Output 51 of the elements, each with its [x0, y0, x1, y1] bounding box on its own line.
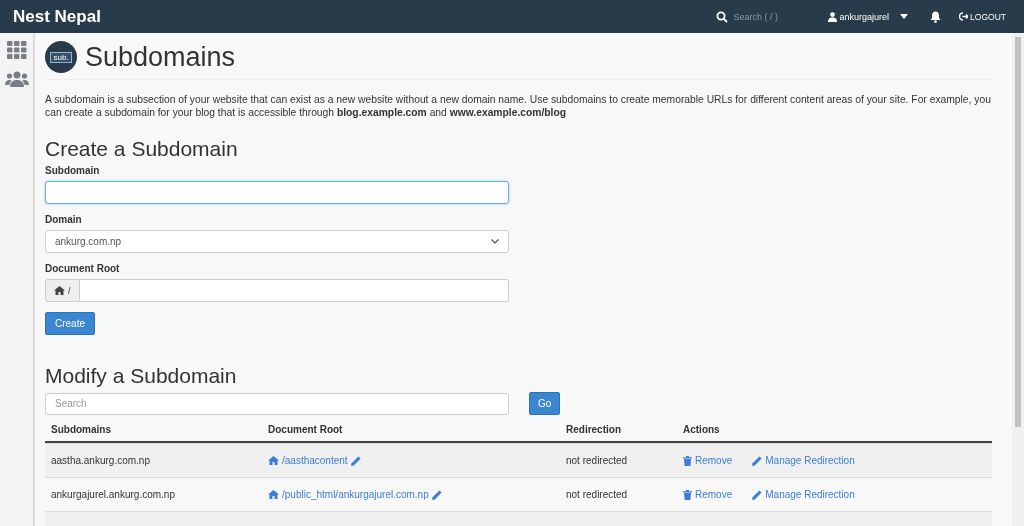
- subdomains-logo: sub.: [45, 41, 77, 73]
- home-path-prefix: /: [45, 279, 80, 302]
- manage-redirection-link[interactable]: Manage Redirection: [752, 455, 855, 466]
- trash-icon: [683, 489, 692, 500]
- page-title: Subdomains: [85, 41, 236, 73]
- create-button[interactable]: Create: [45, 312, 95, 335]
- bell-icon[interactable]: [930, 10, 942, 23]
- search-field[interactable]: Search ( / ): [733, 11, 804, 22]
- home-icon: [268, 490, 279, 499]
- search-icon[interactable]: [715, 10, 728, 23]
- search-field[interactable]: Search: [45, 392, 509, 415]
- pencil-icon[interactable]: [350, 455, 361, 466]
- section-heading: Create a Subdomain: [45, 137, 239, 161]
- grid-icon[interactable]: [6, 41, 27, 59]
- intro-text: A subdomain is a subsection of your website that can exist as a new website without a new domain name. Use subdomains to create memorable URLs for different content areas of your site. For example, you can create a subdomain for your blog that is accessible through blog.example.com and www.example.com/blog: [45, 93, 991, 119]
- document-root-link[interactable]: /aasthacontent: [268, 455, 348, 466]
- column-header: Actions: [683, 423, 720, 435]
- field-label: Domain: [45, 214, 83, 225]
- user-menu[interactable]: ankurgajurel: [827, 11, 909, 22]
- chevron-icon: [491, 239, 499, 244]
- go-button[interactable]: Go: [529, 392, 561, 415]
- column-header: Subdomains: [50, 423, 112, 435]
- column-header: Document Root: [268, 423, 344, 435]
- manage-redirection-link[interactable]: Manage Redirection: [752, 489, 855, 500]
- column-header: Redirection: [566, 423, 622, 435]
- table-cell-text: ankurgajurel.ankurg.com.np: [50, 489, 176, 500]
- remove-link[interactable]: Remove: [683, 489, 733, 500]
- table-cell-text: not redirected: [566, 455, 629, 466]
- trash-icon: [683, 455, 692, 466]
- domain-select[interactable]: ankurg.com.np: [45, 230, 509, 253]
- logout-link[interactable]: LOGOUT: [959, 11, 1006, 22]
- scrollbar[interactable]: [1012, 33, 1024, 526]
- user-icon: [827, 11, 837, 22]
- subdomain-field[interactable]: [45, 181, 509, 204]
- table-cell-text: not redirected: [566, 489, 629, 500]
- logout-icon: [959, 12, 969, 21]
- home-icon: [54, 286, 65, 295]
- pencil-icon: [752, 489, 763, 500]
- pencil-icon[interactable]: [431, 489, 442, 500]
- remove-link[interactable]: Remove: [683, 455, 733, 466]
- table-cell-text: aastha.ankurg.com.np: [50, 455, 151, 466]
- section-heading: Modify a Subdomain: [45, 364, 238, 388]
- document-root-field[interactable]: [79, 279, 509, 302]
- caret-icon: [900, 14, 909, 19]
- field-label: Subdomain: [45, 165, 101, 176]
- document-root-link[interactable]: /public_html/ankurgajurel.com.np: [268, 489, 429, 500]
- field-label: Document Root: [45, 263, 121, 274]
- brand-name[interactable]: Nest Nepal: [13, 6, 716, 27]
- pencil-icon: [752, 455, 763, 466]
- users-icon[interactable]: [4, 71, 29, 87]
- home-icon: [268, 456, 279, 465]
